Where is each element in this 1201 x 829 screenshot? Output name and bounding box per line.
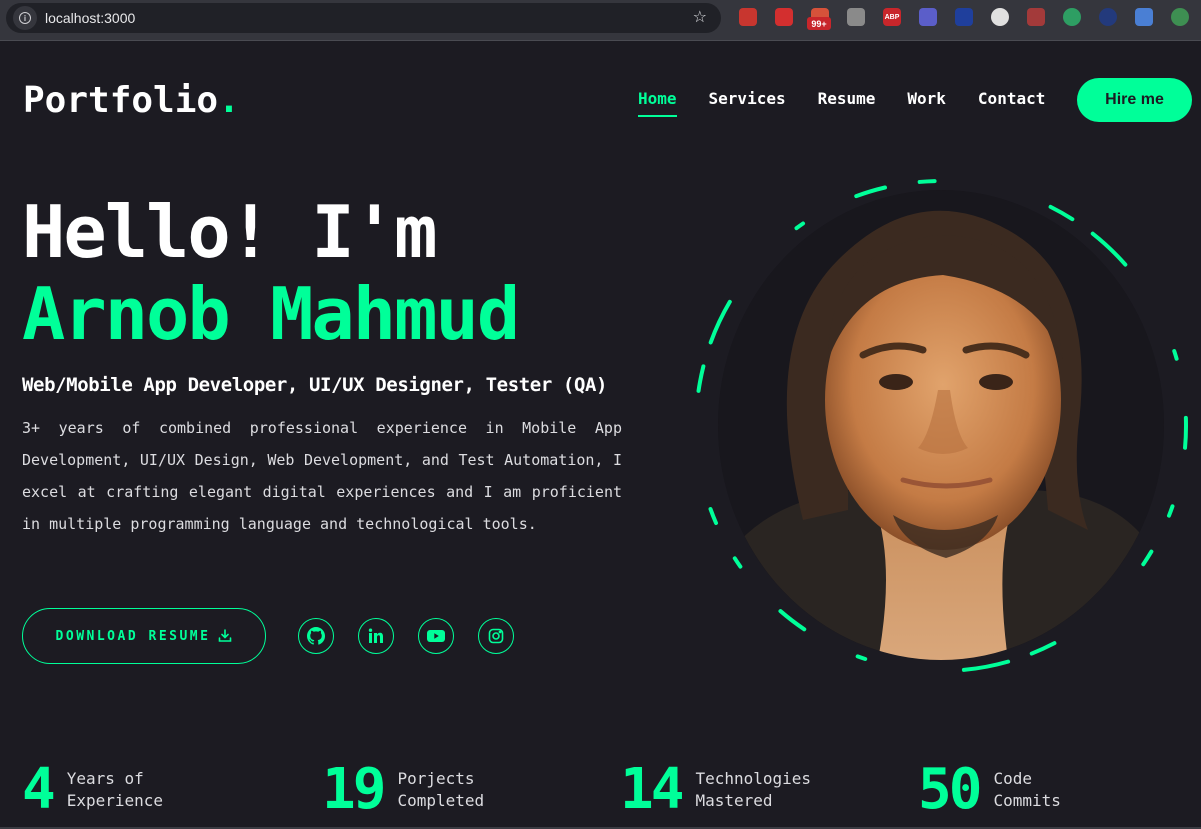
stat-technologies: 14 Technologies Mastered <box>620 760 845 820</box>
stat-value: 4 <box>22 757 56 822</box>
hero-role: Web/Mobile App Developer, UI/UX Designer… <box>22 374 608 396</box>
download-resume-button[interactable]: DOWNLOAD RESUME <box>22 608 266 664</box>
circle-extension-icon[interactable] <box>991 8 1009 26</box>
adblock-plus-extension-icon[interactable]: ABP <box>883 8 901 26</box>
nav-services[interactable]: Services <box>709 89 786 108</box>
nav-home[interactable]: Home <box>638 89 677 117</box>
shoe-extension-icon[interactable] <box>847 8 865 26</box>
translate-extension-icon[interactable] <box>1135 8 1153 26</box>
stat-label-line2: Commits <box>993 791 1061 810</box>
blocked-compass-extension-icon[interactable] <box>919 8 937 26</box>
shield-extension-icon[interactable] <box>739 8 757 26</box>
stat-projects: 19 Porjects Completed <box>322 760 547 820</box>
stat-label-line2: Experience <box>66 791 164 810</box>
stat-label-line2: Mastered <box>695 791 773 810</box>
stat-label: Porjects Completed <box>397 768 547 812</box>
bug-extension-icon[interactable] <box>1027 8 1045 26</box>
bookmark-star-icon[interactable]: ☆ <box>693 7 707 26</box>
nav-resume[interactable]: Resume <box>818 89 876 108</box>
instagram-icon <box>488 628 504 644</box>
extension-badge: 99+ <box>807 17 831 30</box>
dashed-ring-decoration <box>694 179 1188 673</box>
youtube-link[interactable] <box>418 618 454 654</box>
address-bar[interactable]: i localhost:3000 ☆ <box>6 3 721 33</box>
nav-work[interactable]: Work <box>907 89 946 108</box>
stat-value: 19 <box>322 757 386 822</box>
hero-greeting: Hello! I'm <box>22 190 437 274</box>
linkedin-icon <box>368 628 383 643</box>
portfolio-page: Portfolio. Home Services Resume Work Con… <box>0 42 1201 829</box>
stat-label-line2: Completed <box>397 791 485 810</box>
stat-years: 4 Years of Experience <box>22 760 217 820</box>
instagram-link[interactable] <box>478 618 514 654</box>
hand-stop-extension-icon[interactable] <box>775 8 793 26</box>
stat-label-line1: Years of <box>66 769 144 788</box>
stat-label: Code Commits <box>993 768 1143 812</box>
profile-photo-container <box>690 175 1192 677</box>
stat-label-line1: Code <box>993 769 1032 788</box>
stat-label: Technologies Mastered <box>695 768 845 812</box>
target-extension-icon[interactable] <box>1063 8 1081 26</box>
checkmark-extension-icon[interactable] <box>1099 8 1117 26</box>
github-link[interactable] <box>298 618 334 654</box>
download-icon <box>219 629 232 642</box>
browser-toolbar: i localhost:3000 ☆ 99+ ABP <box>0 0 1201 41</box>
linkedin-link[interactable] <box>358 618 394 654</box>
site-info-icon[interactable]: i <box>13 6 37 30</box>
mail-extension-icon[interactable] <box>955 8 973 26</box>
logo-text: Portfolio <box>23 80 219 121</box>
github-icon <box>307 627 325 645</box>
stat-commits: 50 Code Commits <box>918 760 1143 820</box>
download-resume-label: DOWNLOAD RESUME <box>55 628 211 644</box>
stat-label: Years of Experience <box>67 768 217 812</box>
youtube-icon <box>427 630 445 642</box>
stats-row: 4 Years of Experience 19 Porjects Comple… <box>0 760 1201 829</box>
stat-label-line1: Technologies <box>695 769 812 788</box>
stat-label-line1: Porjects <box>397 769 475 788</box>
social-links <box>298 618 514 654</box>
url-text[interactable]: localhost:3000 <box>45 10 135 26</box>
hero-name: Arnob Mahmud <box>22 272 520 356</box>
stat-value: 14 <box>620 757 684 822</box>
main-nav: Home Services Resume Work Contact <box>638 89 1045 117</box>
hero-bio: 3+ years of combined professional experi… <box>22 419 622 533</box>
stat-value: 50 <box>918 757 982 822</box>
robot-extension-icon[interactable] <box>1171 8 1189 26</box>
logo-dot: . <box>218 80 240 121</box>
nav-contact[interactable]: Contact <box>978 89 1045 108</box>
hire-me-button[interactable]: Hire me <box>1077 78 1192 122</box>
logo[interactable]: Portfolio. <box>23 80 240 121</box>
